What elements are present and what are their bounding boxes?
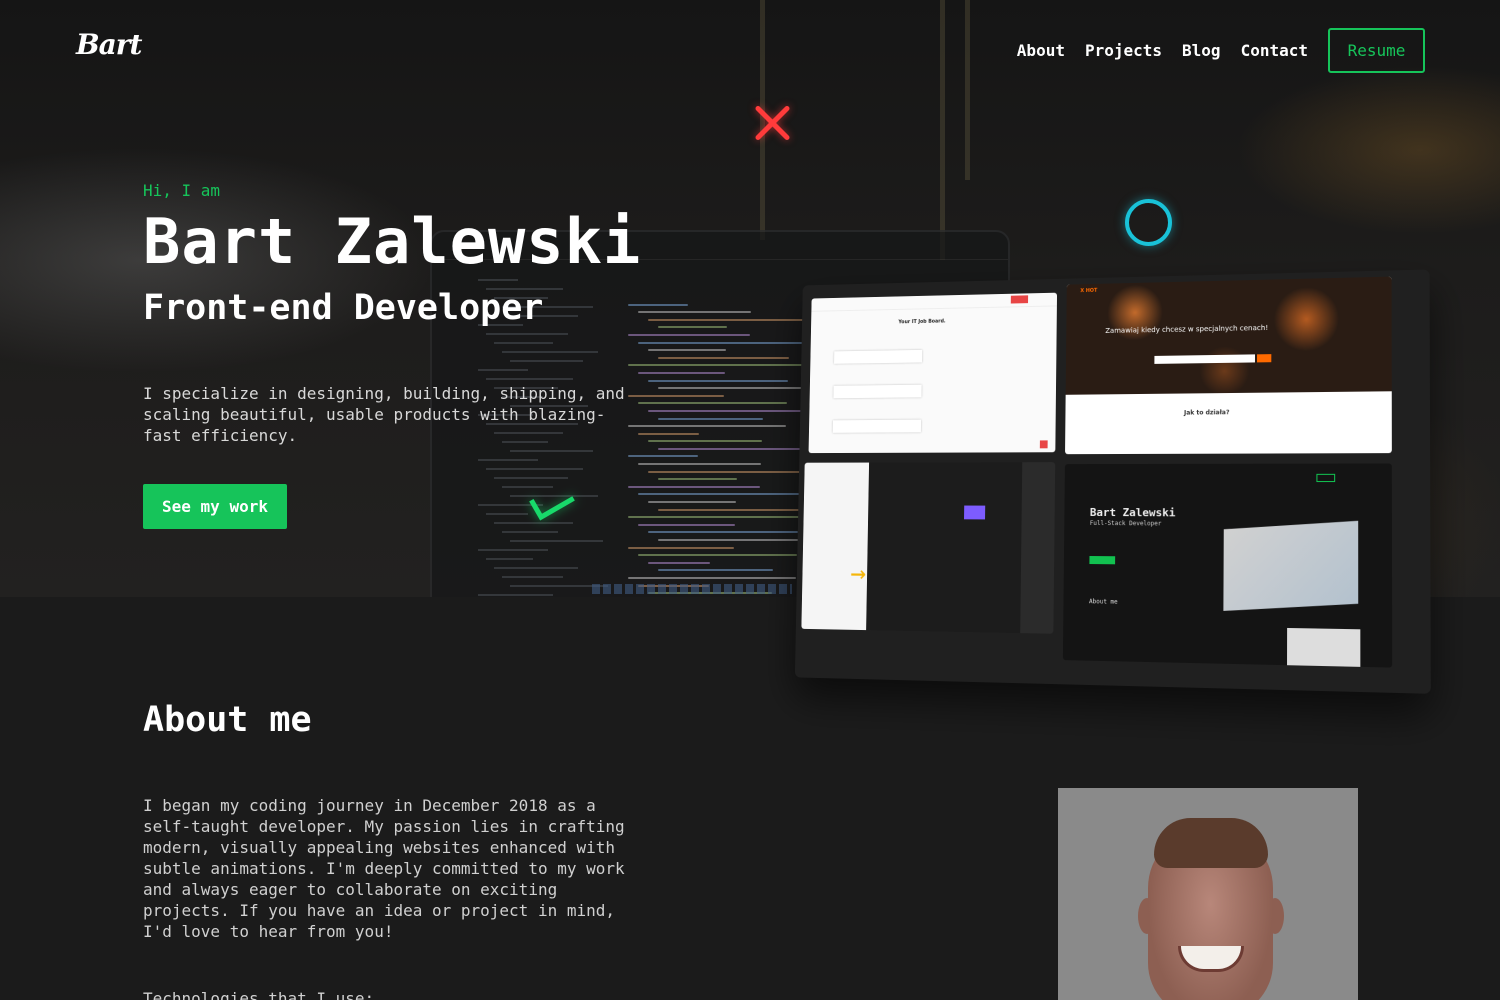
portfolio-preview-role: Full-Stack Developer [1089, 519, 1162, 528]
food-app-headline: Zamawiaj kiedy chcesz w specjalnych cena… [1105, 323, 1269, 335]
project-screenshot-job-board: Your IT Job Board. [808, 292, 1058, 454]
nav-link-contact[interactable]: Contact [1241, 41, 1308, 60]
project-screenshot-video-app: → [801, 462, 1056, 634]
project-screenshot-portfolio: Bart Zalewski Full-Stack Developer About… [1062, 463, 1393, 668]
circle-decoration-icon [1125, 199, 1172, 246]
job-board-title: Your IT Job Board. [898, 318, 946, 326]
background-light [965, 0, 970, 180]
close-x-decoration-icon [748, 98, 798, 148]
about-paragraph: I began my coding journey in December 20… [143, 796, 625, 941]
resume-button[interactable]: Resume [1328, 28, 1425, 73]
hero-intro: I specialize in designing, building, shi… [143, 384, 625, 445]
portfolio-preview-name: Bart Zalewski [1089, 505, 1176, 520]
nav-link-about[interactable]: About [1017, 41, 1065, 60]
technologies-label: Technologies that I use: [143, 989, 375, 1000]
arrow-right-icon: → [850, 556, 867, 589]
main-nav: About Projects Blog Contact Resume [997, 28, 1425, 73]
food-app-logo: X HOT [1080, 287, 1098, 295]
hero-role: Front-end Developer [143, 288, 544, 328]
profile-photo [1058, 788, 1358, 1000]
hero-name: Bart Zalewski [143, 205, 642, 278]
projects-collage: Your IT Job Board. X HOT Zamawiaj kiedy … [794, 269, 1431, 694]
nav-link-blog[interactable]: Blog [1182, 41, 1221, 60]
portfolio-preview-about: About me [1089, 598, 1118, 606]
food-app-how-it-works: Jak to działa? [1183, 409, 1230, 417]
site-logo[interactable]: Bart [76, 28, 142, 61]
about-heading: About me [143, 700, 312, 740]
background-light [940, 0, 945, 260]
project-screenshot-food-delivery: X HOT Zamawiaj kiedy chcesz w specjalnyc… [1065, 276, 1392, 455]
see-my-work-button[interactable]: See my work [143, 484, 287, 529]
nav-link-projects[interactable]: Projects [1085, 41, 1162, 60]
video-icon [964, 505, 986, 520]
hero-greeting: Hi, I am [143, 181, 221, 200]
